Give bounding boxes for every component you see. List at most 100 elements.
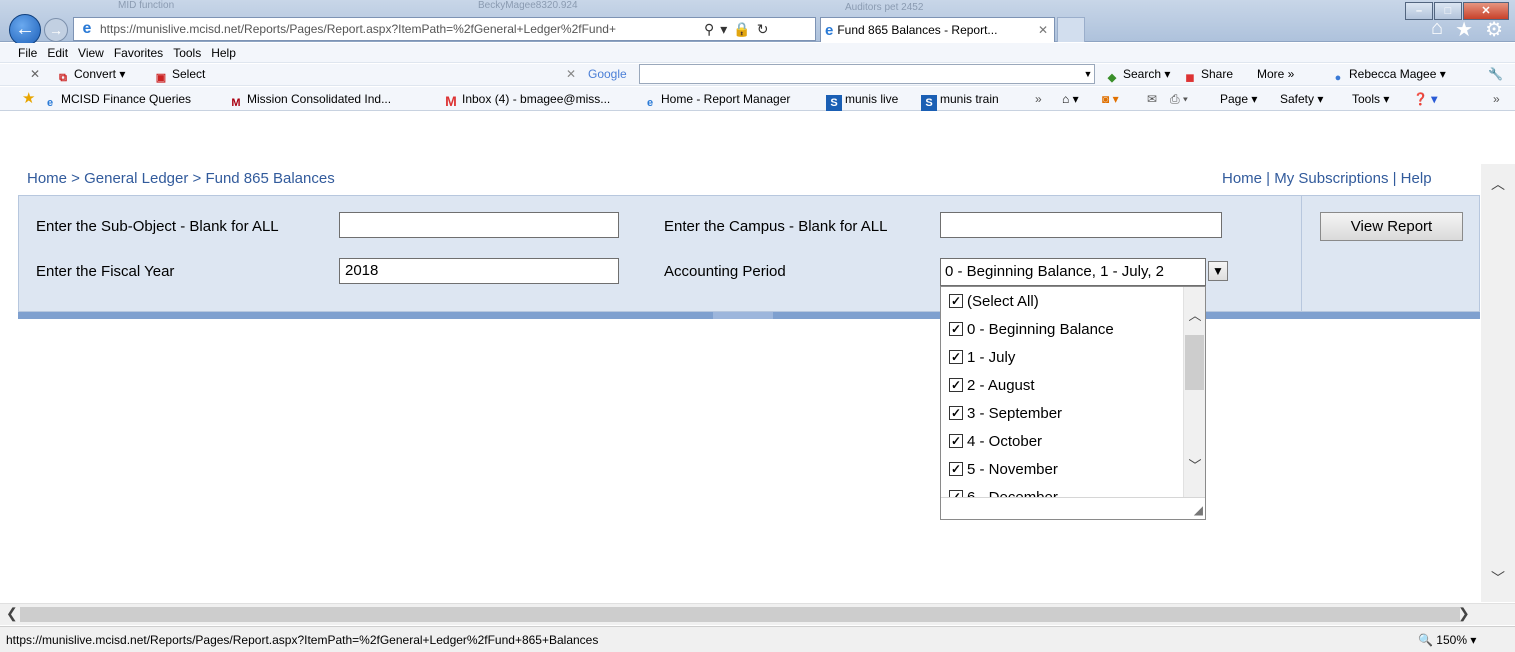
menu-view[interactable]: View <box>78 46 104 60</box>
lock-icon[interactable]: 🔒 <box>733 21 750 38</box>
checkbox-checked-icon[interactable]: ✓ <box>949 350 963 364</box>
select-button[interactable]: ▣ Select <box>153 67 206 86</box>
chevron-left-icon[interactable]: ❮ <box>6 605 18 622</box>
more-button[interactable]: More » <box>1257 67 1294 81</box>
collapse-handle[interactable] <box>713 312 773 319</box>
home-command-icon[interactable]: ⌂ ▾ <box>1062 92 1079 106</box>
dropdown-scrollbar[interactable]: ︿ ﹀ <box>1183 287 1205 497</box>
chevron-more-icon[interactable]: » <box>1035 92 1042 106</box>
page-menu[interactable]: Page ▾ <box>1220 92 1257 106</box>
chevron-down-icon[interactable]: ▼ <box>1082 65 1094 83</box>
google-search-input[interactable]: ▼ <box>639 64 1095 84</box>
new-tab-button[interactable] <box>1057 17 1085 42</box>
dropdown-icon[interactable]: ▾ <box>720 21 727 38</box>
chevron-right-icon[interactable]: ❯ <box>1458 605 1470 622</box>
breadcrumb[interactable]: Home > General Ledger > Fund 865 Balance… <box>27 170 335 187</box>
close-toolbar-icon[interactable]: ✕ <box>30 67 40 81</box>
resize-grip-icon[interactable]: ◢ <box>1194 503 1203 517</box>
favorite-link[interactable]: Smunis train <box>921 92 999 111</box>
share-button[interactable]: ◼ Share <box>1182 67 1233 86</box>
ie-tab-icon: e <box>825 21 834 39</box>
checkbox-checked-icon[interactable]: ✓ <box>949 490 963 497</box>
convert-label: Convert <box>74 67 117 81</box>
gear-icon[interactable]: ⚙ <box>1485 17 1503 42</box>
list-item[interactable]: ✓ 2 - August <box>941 371 1183 399</box>
list-item[interactable]: ✓ (Select All) <box>941 287 1183 315</box>
menu-file[interactable]: File <box>18 46 37 60</box>
back-button[interactable]: ← <box>9 14 41 46</box>
checkbox-checked-icon[interactable]: ✓ <box>949 294 963 308</box>
fiscal-year-input[interactable]: 2018 <box>339 258 619 284</box>
google-search-icon: ◆ <box>1107 72 1117 84</box>
parameter-splitter[interactable] <box>18 312 1480 319</box>
checkbox-checked-icon[interactable]: ✓ <box>949 378 963 392</box>
chevron-down-icon[interactable]: ﹀ <box>1184 455 1205 475</box>
search-button[interactable]: ◆ Search ▾ <box>1104 67 1171 86</box>
menu-tools[interactable]: Tools <box>173 46 201 60</box>
favorites-star-icon[interactable]: ★ <box>1455 17 1473 42</box>
zoom-control[interactable]: 🔍 150% ▾ <box>1418 633 1476 647</box>
checkbox-checked-icon[interactable]: ✓ <box>949 322 963 336</box>
help-icon[interactable]: ❓ ▾ <box>1413 92 1437 106</box>
search-icon[interactable]: ⚲ <box>704 21 714 38</box>
option-label: 4 - October <box>967 432 1043 450</box>
close-google-icon[interactable]: ✕ <box>566 67 576 81</box>
tab-fund-865-balances[interactable]: e Fund 865 Balances - Report... ✕ <box>820 17 1055 42</box>
tools-menu[interactable]: Tools ▾ <box>1352 92 1389 106</box>
sharepoint-icon: S <box>826 95 842 111</box>
favorite-link[interactable]: e Home - Report Manager <box>642 92 790 111</box>
checkbox-checked-icon[interactable]: ✓ <box>949 406 963 420</box>
favorite-link[interactable]: e MCISD Finance Queries <box>42 92 191 111</box>
ie-page-icon: e <box>82 20 92 37</box>
background-window-title: BeckyMagee8320.924 <box>478 0 578 11</box>
address-url[interactable]: https://munislive.mcisd.net/Reports/Page… <box>100 22 700 36</box>
menu-edit[interactable]: Edit <box>47 46 68 60</box>
chevron-down-icon[interactable]: ▼ <box>1208 261 1228 281</box>
chevron-down-icon[interactable]: ﹀ <box>1481 568 1515 588</box>
favorite-label: Home - Report Manager <box>661 92 791 106</box>
option-list: ✓ (Select All) ✓ 0 - Beginning Balance ✓ 1 … <box>941 287 1183 497</box>
list-item[interactable]: ✓ 4 - October <box>941 427 1183 455</box>
mail-icon[interactable]: ✉ <box>1147 92 1157 106</box>
print-icon[interactable]: ⎙ ▾ <box>1170 92 1188 107</box>
address-bar[interactable]: e https://munislive.mcisd.net/Reports/Pa… <box>73 17 816 41</box>
favorites-add-star-icon[interactable]: ★ <box>22 89 35 107</box>
favorite-link[interactable]: M Inbox (4) - bmagee@miss... <box>443 92 610 109</box>
list-item[interactable]: ✓ 0 - Beginning Balance <box>941 315 1183 343</box>
scroll-thumb[interactable] <box>20 607 1460 622</box>
user-button[interactable]: ● Rebecca Magee ▾ <box>1330 67 1446 86</box>
wrench-icon[interactable]: 🔧 <box>1488 67 1503 81</box>
close-tab-icon[interactable]: ✕ <box>1038 23 1054 37</box>
list-item[interactable]: ✓ 6 - December <box>941 483 1183 497</box>
list-item[interactable]: ✓ 1 - July <box>941 343 1183 371</box>
parameter-panel <box>18 195 1480 312</box>
subobject-input[interactable] <box>339 212 619 238</box>
favorite-link[interactable]: M Mission Consolidated Ind... <box>228 92 391 111</box>
rss-icon[interactable]: ◙ ▾ <box>1102 92 1119 106</box>
status-url: https://munislive.mcisd.net/Reports/Page… <box>6 633 599 647</box>
list-item[interactable]: ✓ 5 - November <box>941 455 1183 483</box>
accounting-period-select[interactable]: 0 - Beginning Balance, 1 - July, 2 <box>940 258 1206 286</box>
horizontal-scrollbar[interactable]: ❮ ❯ <box>0 603 1515 625</box>
checkbox-checked-icon[interactable]: ✓ <box>949 434 963 448</box>
refresh-icon[interactable]: ↻ <box>757 21 769 38</box>
forward-button[interactable]: → <box>44 18 68 42</box>
minimize-button[interactable]: – <box>1405 2 1433 20</box>
campus-input[interactable] <box>940 212 1222 238</box>
favorite-link[interactable]: Smunis live <box>826 92 898 111</box>
checkbox-checked-icon[interactable]: ✓ <box>949 462 963 476</box>
top-links[interactable]: Home | My Subscriptions | Help <box>1222 170 1432 187</box>
list-item[interactable]: ✓ 3 - September <box>941 399 1183 427</box>
chevron-up-icon[interactable]: ︿ <box>1481 174 1515 194</box>
chevron-more-icon[interactable]: » <box>1493 92 1500 106</box>
background-window-title: Auditors pet 2452 <box>845 2 924 13</box>
menu-favorites[interactable]: Favorites <box>114 46 163 60</box>
view-report-button[interactable]: View Report <box>1320 212 1463 241</box>
scroll-thumb[interactable] <box>1185 335 1204 390</box>
safety-menu[interactable]: Safety ▾ <box>1280 92 1323 106</box>
vertical-scrollbar[interactable]: ︿ ﹀ <box>1481 164 1515 602</box>
menu-help[interactable]: Help <box>211 46 236 60</box>
convert-button[interactable]: ⧉ Convert ▾ <box>55 67 125 86</box>
home-icon[interactable]: ⌂ <box>1431 17 1443 42</box>
chevron-up-icon[interactable]: ︿ <box>1184 305 1205 325</box>
